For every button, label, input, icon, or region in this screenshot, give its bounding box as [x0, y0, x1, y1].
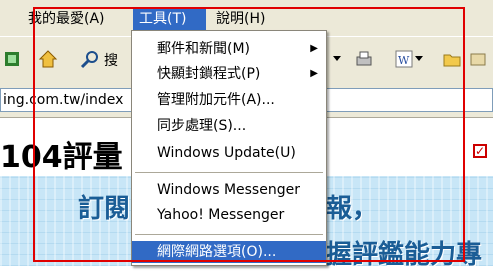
banner-text-right-top: 報， [326, 194, 379, 224]
menu-tools[interactable]: 工具(T) [133, 8, 206, 30]
print-icon[interactable] [352, 47, 376, 71]
menu-favorites[interactable]: 我的最愛(A) [22, 8, 111, 30]
menu-item-label: Windows Messenger [157, 182, 300, 198]
menu-item-label: 郵件和新聞(M) [157, 41, 251, 57]
menu-item-label: Windows Update(U) [157, 145, 296, 161]
folder-icon[interactable] [440, 47, 464, 71]
menu-item-label: 網際網路選項(O)... [157, 244, 277, 260]
menu-item-synchronize[interactable]: 同步處理(S)... [132, 115, 326, 137]
menu-item-popup-blocker[interactable]: 快顯封鎖程式(P) ▶ [132, 63, 326, 85]
ie-page-icon[interactable] [0, 47, 24, 71]
menu-separator [135, 234, 323, 235]
menu-item-windows-messenger[interactable]: Windows Messenger [132, 179, 326, 201]
menu-item-internet-options[interactable]: 網際網路選項(O)... [132, 241, 326, 263]
menu-item-manage-addons[interactable]: 管理附加元件(A)... [132, 89, 326, 111]
menu-help[interactable]: 說明(H) [210, 8, 271, 30]
checkbox-icon[interactable]: ✓ [473, 144, 487, 158]
dropdown-arrow-icon[interactable] [412, 47, 426, 71]
menu-item-label: Yahoo! Messenger [157, 207, 285, 223]
svg-text:W: W [398, 54, 410, 67]
extension-icon[interactable] [466, 47, 490, 71]
menu-item-yahoo-messenger[interactable]: Yahoo! Messenger [132, 204, 326, 226]
menu-item-windows-update[interactable]: Windows Update(U) [132, 142, 326, 164]
menu-item-label: 同步處理(S)... [157, 118, 247, 134]
submenu-arrow-icon: ▶ [310, 43, 318, 54]
home-icon[interactable] [36, 47, 60, 71]
menu-item-label: 管理附加元件(A)... [157, 92, 275, 108]
search-button-label[interactable]: 搜 [104, 50, 118, 70]
menu-separator [135, 172, 323, 173]
banner-text-right-bottom: 握評鑑能力專 [326, 240, 483, 270]
search-icon[interactable] [78, 47, 102, 71]
menu-item-label: 快顯封鎖程式(P) [157, 66, 261, 82]
submenu-arrow-icon: ▶ [310, 68, 318, 79]
banner-text-left: 訂閱 [78, 194, 131, 224]
dropdown-arrow-icon[interactable] [330, 47, 344, 71]
tools-dropdown-menu: 郵件和新聞(M) ▶ 快顯封鎖程式(P) ▶ 管理附加元件(A)... 同步處理… [131, 30, 327, 266]
menu-item-mail-news[interactable]: 郵件和新聞(M) ▶ [132, 38, 326, 60]
site-logo[interactable]: 104評量 [0, 132, 123, 176]
